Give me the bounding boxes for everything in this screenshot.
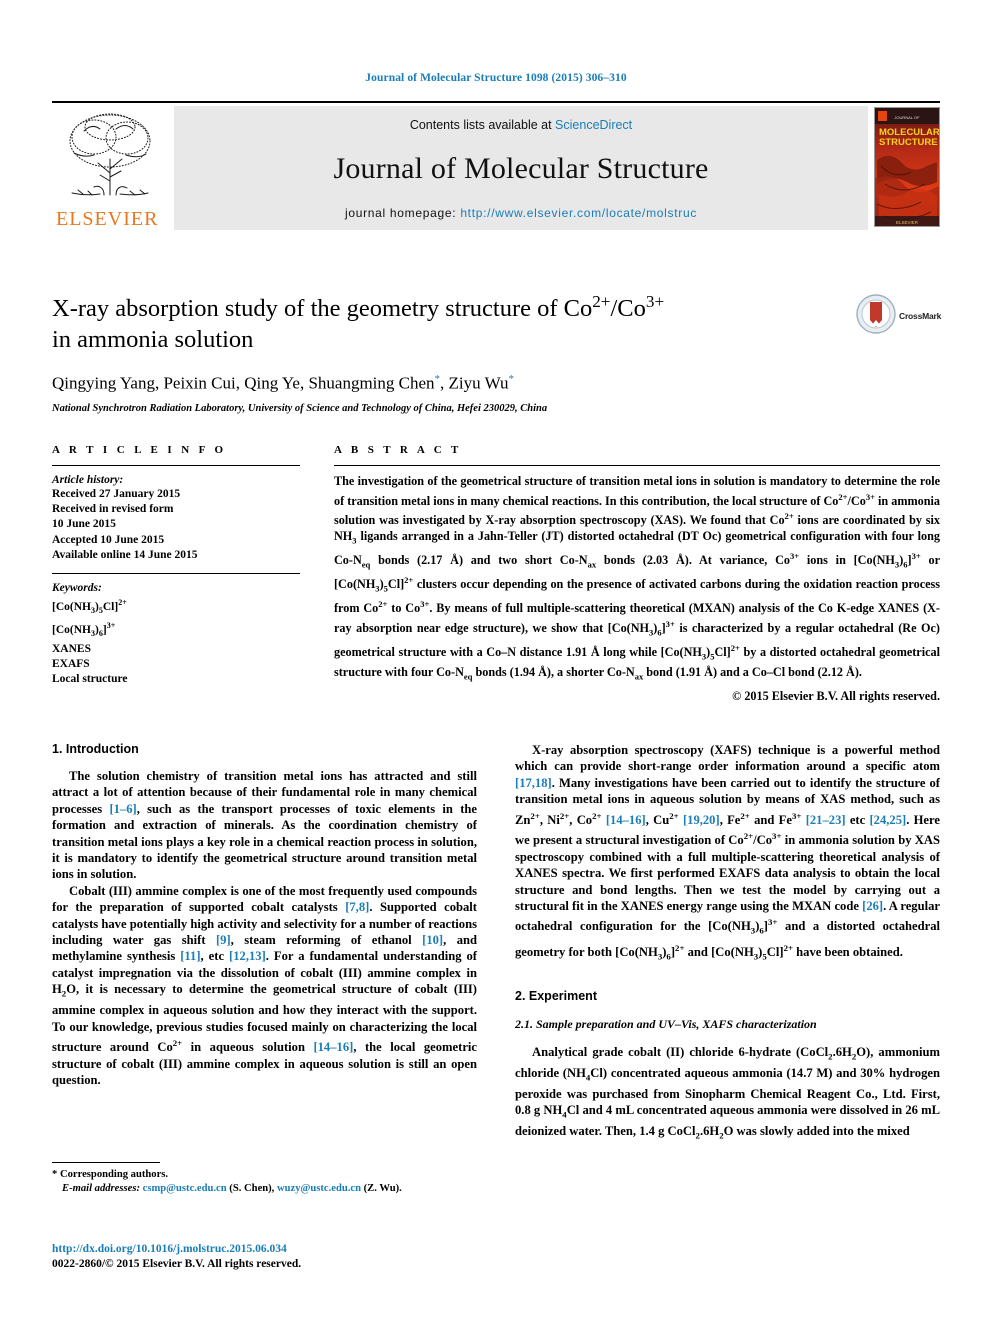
keyword-item: [Co(NH3)5Cl]2+ — [52, 598, 127, 616]
title-line1-part2: /Co — [610, 295, 646, 323]
homepage-prefix: journal homepage: — [344, 206, 461, 220]
article-info-column: A R T I C L E I N F O Article history: R… — [52, 444, 300, 704]
elsevier-logo: ELSEVIER — [52, 105, 170, 231]
journal-homepage-line: journal homepage: http://www.elsevier.co… — [345, 206, 697, 220]
paragraph-intro-1: The solution chemistry of transition met… — [52, 769, 477, 882]
footer-block: http://dx.doi.org/10.1016/j.molstruc.201… — [52, 1242, 482, 1272]
article-info-rule-mid — [52, 573, 300, 575]
section-heading-experiment: 2. Experiment — [515, 988, 597, 1003]
email-label: E-mail addresses: — [62, 1183, 140, 1194]
history-item: Received in revised form — [52, 503, 174, 516]
info-abstract-row: A R T I C L E I N F O Article history: R… — [52, 444, 940, 704]
article-info-heading: A R T I C L E I N F O — [52, 444, 227, 456]
elsevier-wordmark: ELSEVIER — [56, 208, 159, 230]
history-item: Received 27 January 2015 — [52, 488, 181, 500]
abstract-rule — [334, 465, 940, 466]
title-sup-3plus: 3+ — [645, 292, 665, 311]
body-column-right: X-ray absorption spectroscopy (XAFS) tec… — [515, 742, 940, 1144]
contents-available-line: Contents lists available at ScienceDirec… — [410, 118, 632, 132]
keyword-item: XANES — [52, 642, 91, 655]
masthead-center: Contents lists available at ScienceDirec… — [174, 106, 868, 230]
paragraph-intro-2: Cobalt (III) ammine complex is one of th… — [52, 883, 478, 1088]
sciencedirect-link[interactable]: ScienceDirect — [555, 118, 632, 132]
email-link-chen[interactable]: csmp@ustc.edu.cn — [143, 1183, 227, 1194]
keyword-item: EXAFS — [52, 657, 90, 670]
contents-prefix: Contents lists available at — [409, 118, 556, 132]
subsection-heading-sample-preparation: 2.1. Sample preparation and UV–Vis, XAFS… — [515, 1016, 817, 1031]
body-column-left: 1. Introduction The solution chemistry o… — [52, 742, 477, 1144]
doi-link[interactable]: http://dx.doi.org/10.1016/j.molstruc.201… — [52, 1242, 482, 1257]
svg-text:JOURNAL OF: JOURNAL OF — [894, 115, 920, 120]
running-head: Journal of Molecular Structure 1098 (201… — [365, 72, 627, 84]
corresponding-authors-note: * Corresponding authors. — [52, 1169, 169, 1180]
svg-text:ELSEVIER: ELSEVIER — [896, 220, 919, 225]
title-line1-part1: X-ray absorption study of the geometry s… — [52, 295, 593, 323]
author-list: Qingying Yang, Peixin Cui, Qing Ye, Shua… — [52, 373, 832, 394]
email-addresses-note: E-mail addresses: csmp@ustc.edu.cn (S. C… — [52, 1182, 477, 1196]
keyword-item: Local structure — [52, 673, 128, 686]
elsevier-tree-icon — [54, 107, 170, 199]
issn-copyright: 0022-2860/© 2015 Elsevier B.V. All right… — [52, 1258, 302, 1270]
journal-homepage-link[interactable]: http://www.elsevier.com/locate/molstruc — [460, 206, 697, 220]
body-columns: 1. Introduction The solution chemistry o… — [52, 742, 940, 1144]
section-heading-introduction: 1. Introduction — [52, 742, 139, 756]
footnote-block: * Corresponding authors. E-mail addresse… — [52, 1162, 477, 1196]
abstract-heading: A B S T R A C T — [334, 444, 462, 456]
journal-title: Journal of Molecular Structure — [333, 152, 709, 185]
authors-tail: , Ziyu Wu — [440, 373, 509, 393]
paragraph-experiment-1: Analytical grade cobalt (II) chloride 6-… — [515, 1044, 940, 1141]
crossmark-label: CrossMark — [899, 311, 942, 321]
svg-text:STRUCTURE: STRUCTURE — [879, 137, 938, 148]
abstract-text: The investigation of the geometrical str… — [334, 474, 941, 682]
article-history-title: Article history: — [52, 474, 124, 486]
title-sup-2plus: 2+ — [592, 292, 611, 311]
crossmark-icon — [856, 293, 896, 339]
title-line2: in ammonia solution — [52, 326, 254, 354]
authors-main: Qingying Yang, Peixin Cui, Qing Ye, Shua… — [52, 373, 435, 393]
keyword-item: [Co(NH3)6]3+ — [52, 621, 116, 639]
footnote-rule — [52, 1162, 160, 1163]
history-item: 10 June 2015 — [52, 518, 116, 531]
abstract-column: A B S T R A C T The investigation of the… — [334, 444, 940, 704]
journal-masthead: ELSEVIER Contents lists available at Sci… — [52, 101, 940, 231]
history-item: Available online 14 June 2015 — [52, 548, 198, 561]
article-page: Journal of Molecular Structure 1098 (201… — [0, 0, 992, 1323]
crossmark-badge[interactable]: CrossMark — [856, 292, 942, 340]
affiliation: National Synchrotron Radiation Laborator… — [52, 402, 548, 414]
paper-title: X-ray absorption study of the geometry s… — [52, 286, 832, 355]
journal-cover-thumbnail: JOURNAL OF MOLECULAR STRUCTURE ELSEVIER — [874, 107, 940, 227]
paragraph-intro-3: X-ray absorption spectroscopy (XAFS) tec… — [515, 743, 941, 962]
abstract-copyright: © 2015 Elsevier B.V. All rights reserved… — [732, 689, 940, 703]
history-item: Accepted 10 June 2015 — [52, 533, 165, 546]
corresponding-marker-2: * — [508, 373, 514, 386]
email-link-wu[interactable]: wuzy@ustc.edu.cn — [277, 1183, 361, 1194]
article-info-rule-top — [52, 465, 300, 466]
email-owner-chen: (S. Chen), — [226, 1183, 277, 1194]
keywords-title: Keywords: — [52, 582, 102, 595]
title-block: X-ray absorption study of the geometry s… — [52, 286, 832, 414]
email-owner-wu: (Z. Wu). — [361, 1183, 402, 1194]
